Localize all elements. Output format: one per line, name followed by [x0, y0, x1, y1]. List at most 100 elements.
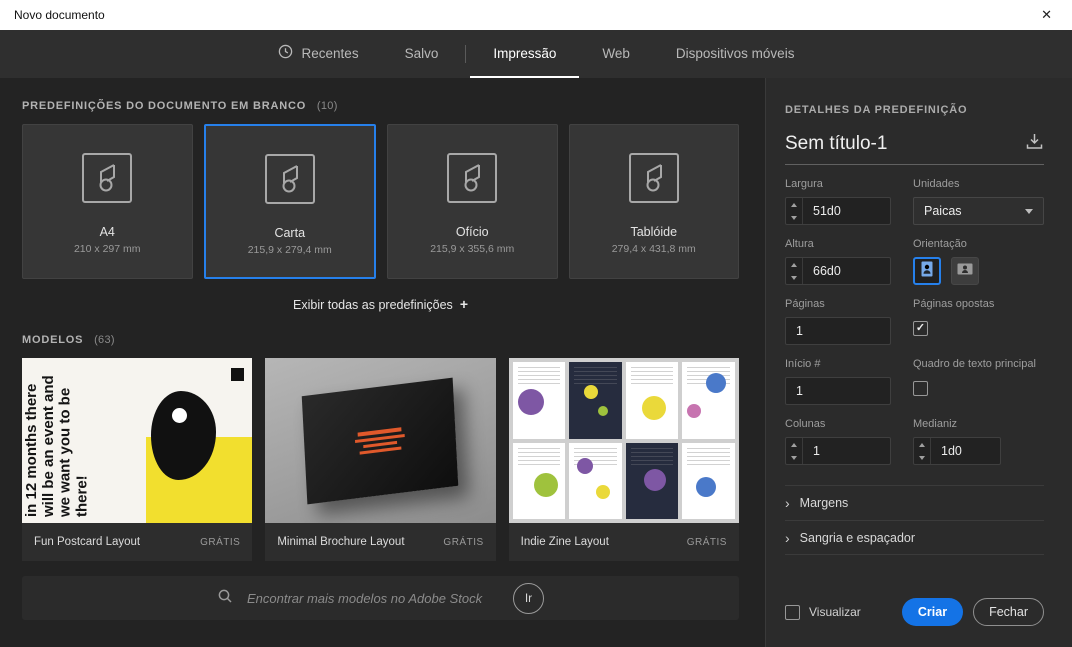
tab-label: Web — [602, 45, 630, 61]
preset-card-row: A4 210 x 297 mm Carta 215,9 x 279,4 mm O… — [22, 124, 739, 279]
preset-card-carta[interactable]: Carta 215,9 x 279,4 mm — [203, 124, 376, 279]
blank-presets-count: (10) — [316, 100, 338, 112]
tab-salvo[interactable]: Salvo — [382, 30, 462, 78]
preset-size: 215,9 x 279,4 mm — [247, 244, 332, 256]
columns-label: Colunas — [785, 418, 826, 430]
preset-card-a4[interactable]: A4 210 x 297 mm — [22, 124, 193, 279]
stepper-up-icon[interactable] — [786, 198, 802, 211]
primary-text-frame-checkbox[interactable] — [913, 381, 928, 396]
stepper-up-icon[interactable] — [786, 258, 802, 271]
preset-size: 215,9 x 355,6 mm — [430, 243, 515, 255]
tab-label: Impressão — [493, 45, 557, 61]
units-dropdown[interactable]: Paicas — [913, 197, 1044, 225]
landscape-page-icon — [957, 261, 973, 282]
postcard-headline: in 12 months there will be an event and … — [23, 375, 91, 517]
search-input[interactable] — [247, 590, 499, 606]
document-preset-icon — [627, 151, 681, 210]
preset-name: Ofício — [455, 225, 489, 239]
height-stepper — [785, 257, 891, 285]
plus-icon: + — [459, 296, 468, 312]
tab-separator — [465, 45, 467, 63]
search-go-button[interactable]: Ir — [513, 582, 544, 614]
template-card-minimal-brochure[interactable]: Minimal Brochure Layout GRÁTIS — [265, 358, 496, 561]
new-document-dialog: Novo documento ✕ Recentes Salvo Impressã… — [0, 0, 1072, 647]
dialog-footer: Visualizar Criar Fechar — [785, 598, 1044, 626]
show-all-presets-link[interactable]: Exibir todas as predefinições + — [22, 296, 739, 312]
preset-name: Tablóide — [630, 225, 678, 239]
width-stepper-arrows — [786, 198, 803, 224]
title-bar: Novo documento ✕ — [0, 0, 1072, 30]
tab-recentes[interactable]: Recentes — [255, 30, 382, 78]
collapsible-sections: › Margens › Sangria e espaçador — [785, 485, 1044, 555]
template-price-badge: GRÁTIS — [200, 536, 241, 548]
bleed-slug-section-toggle[interactable]: › Sangria e espaçador — [785, 520, 1044, 555]
document-preset-icon — [80, 151, 134, 210]
preset-card-tabloide[interactable]: Tablóide 279,4 x 431,8 mm — [568, 124, 739, 279]
chevron-down-icon — [1025, 208, 1033, 214]
margins-section-toggle[interactable]: › Margens — [785, 485, 1044, 520]
preset-name: A4 — [99, 225, 115, 239]
templates-title: MODELOS — [22, 334, 84, 346]
chevron-right-icon: › — [785, 495, 790, 511]
templates-header: MODELOS (63) — [22, 334, 739, 346]
preset-name: Carta — [274, 226, 306, 240]
close-icon[interactable]: ✕ — [1035, 5, 1058, 25]
template-card-row: in 12 months there will be an event and … — [22, 358, 739, 561]
preset-card-oficio[interactable]: Ofício 215,9 x 355,6 mm — [387, 124, 558, 279]
height-stepper-arrows — [786, 258, 803, 284]
preset-details-panel: DETALHES DA PREDEFINIÇÃO Sem título-1 La… — [765, 78, 1072, 647]
template-name: Minimal Brochure Layout — [277, 536, 405, 548]
primary-text-frame-label: Quadro de texto principal — [913, 358, 1036, 370]
tab-impressao[interactable]: Impressão — [470, 30, 580, 78]
stepper-up-icon[interactable] — [914, 438, 930, 451]
tab-label: Salvo — [404, 45, 439, 61]
template-name: Fun Postcard Layout — [34, 536, 141, 548]
orientation-landscape-button[interactable] — [951, 257, 979, 285]
stepper-down-icon[interactable] — [914, 451, 930, 464]
gutter-stepper-arrows — [914, 438, 931, 464]
document-preset-icon — [263, 152, 317, 211]
tab-dispositivos-moveis[interactable]: Dispositivos móveis — [653, 30, 818, 78]
gutter-stepper — [913, 437, 1001, 465]
pages-label: Páginas — [785, 298, 825, 310]
brochure-cover — [302, 377, 459, 504]
preview-toggle-group: Visualizar — [785, 604, 861, 620]
template-label-bar: Fun Postcard Layout GRÁTIS — [22, 523, 253, 561]
tab-web[interactable]: Web — [579, 30, 653, 78]
create-button[interactable]: Criar — [901, 598, 964, 626]
close-dialog-button[interactable]: Fechar — [973, 598, 1044, 626]
adobe-stock-search-bar: Ir — [22, 576, 739, 620]
start-number-label: Início # — [785, 358, 821, 370]
template-card-fun-postcard[interactable]: in 12 months there will be an event and … — [22, 358, 253, 561]
units-value: Paicas — [924, 204, 962, 218]
pages-input[interactable] — [785, 317, 891, 345]
templates-count: (63) — [94, 334, 115, 346]
blank-presets-title: PREDEFINIÇÕES DO DOCUMENTO EM BRANCO — [22, 100, 307, 112]
template-card-indie-zine[interactable]: Indie Zine Layout GRÁTIS — [508, 358, 739, 561]
bleed-slug-section-label: Sangria e espaçador — [799, 530, 916, 545]
stepper-down-icon[interactable] — [786, 271, 802, 284]
columns-stepper — [785, 437, 891, 465]
width-stepper — [785, 197, 891, 225]
document-preset-icon — [445, 151, 499, 210]
facing-pages-checkbox[interactable] — [913, 321, 928, 336]
stepper-up-icon[interactable] — [786, 438, 802, 451]
template-price-badge: GRÁTIS — [443, 536, 484, 548]
units-label: Unidades — [913, 178, 960, 190]
preset-details-title: DETALHES DA PREDEFINIÇÃO — [785, 104, 968, 116]
stepper-down-icon[interactable] — [786, 211, 802, 224]
document-name-row: Sem título-1 — [785, 133, 1044, 165]
preset-size: 210 x 297 mm — [73, 243, 141, 255]
document-name-field[interactable]: Sem título-1 — [785, 133, 1025, 155]
preview-checkbox[interactable] — [785, 604, 800, 620]
save-preset-icon[interactable] — [1025, 133, 1044, 155]
blank-presets-header: PREDEFINIÇÕES DO DOCUMENTO EM BRANCO (10… — [22, 100, 739, 112]
start-number-input[interactable] — [785, 377, 891, 405]
columns-stepper-arrows — [786, 438, 803, 464]
gutter-label: Medianiz — [913, 418, 958, 430]
template-name: Indie Zine Layout — [520, 536, 609, 548]
template-thumbnail — [265, 358, 496, 523]
facing-pages-label: Páginas opostas — [913, 298, 995, 310]
orientation-portrait-button[interactable] — [913, 257, 941, 285]
stepper-down-icon[interactable] — [786, 451, 802, 464]
